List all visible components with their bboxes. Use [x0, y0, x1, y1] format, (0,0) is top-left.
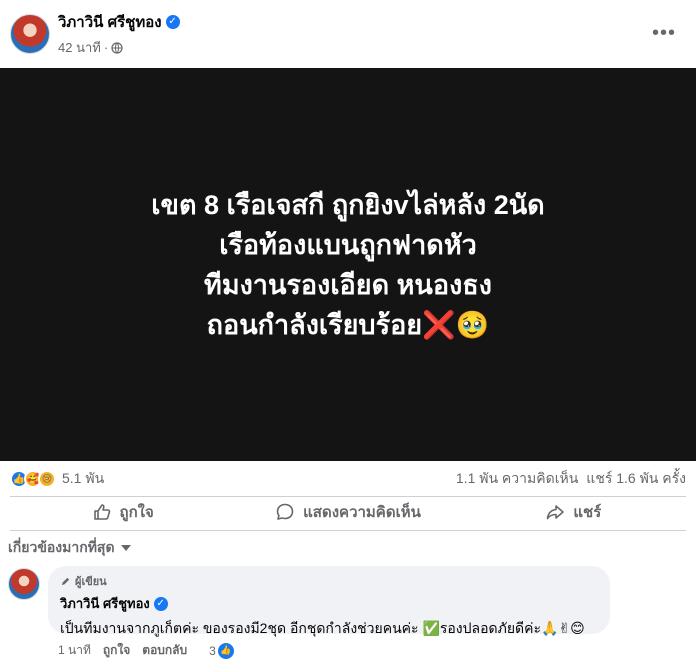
sad-reaction-icon: 😢	[38, 470, 56, 488]
post-time[interactable]: 42 นาที	[58, 37, 101, 58]
author-badge-label: ผู้เขียน	[75, 576, 107, 588]
post: วิภาวินี ศรีชูทอง ✓ 42 นาที · ••• เขต 8 …	[0, 0, 696, 659]
comment-bubble: ผู้เขียน วิภาวินี ศรีชูทอง ✓ เป็นทีมงานจ…	[48, 566, 610, 636]
meta-row: 42 นาที ·	[58, 37, 180, 58]
comment-time[interactable]: 1 นาที	[58, 641, 91, 660]
comment-count[interactable]: 1.1 พัน ความคิดเห็น	[456, 468, 578, 490]
thumbs-up-icon	[93, 504, 110, 520]
comment-avatar[interactable]	[8, 568, 40, 600]
comment-like-count[interactable]: 3 👍	[209, 642, 234, 659]
share-count[interactable]: แชร์ 1.6 พัน ครั้ง	[586, 468, 686, 490]
share-button[interactable]: แชร์	[461, 497, 686, 527]
comment-author-row: วิภาวินี ศรีชูทอง ✓	[60, 593, 598, 614]
reaction-count[interactable]: 5.1 พัน	[62, 468, 104, 490]
post-media[interactable]: เขต 8 เรือเจสกี ถูกยิงvไล่หลัง 2นัด เรือ…	[0, 68, 696, 461]
media-line-4: ถอนกำลังเรียบร้อย❌🥹	[206, 309, 490, 340]
media-text: เขต 8 เรือเจสกี ถูกยิงvไล่หลัง 2นัด เรือ…	[151, 185, 544, 345]
author-row: วิภาวินี ศรีชูทอง ✓	[58, 10, 180, 34]
comment-like-button[interactable]: ถูกใจ	[103, 641, 130, 660]
media-line-1: เขต 8 เรือเจสกี ถูกยิงvไล่หลัง 2นัด	[151, 189, 545, 220]
comment-label: แสดงความคิดเห็น	[303, 504, 421, 521]
comment-text: เป็นทีมงานจากภูเก็ตค่ะ ของรองมี2ชุด อีกช…	[60, 620, 585, 636]
post-stats: 👍 🥰 😢 5.1 พัน 1.1 พัน ความคิดเห็น แชร์ 1…	[0, 462, 696, 496]
comment-icon	[276, 503, 294, 520]
comment-footer: 1 นาที ถูกใจ ตอบกลับ 3 👍	[58, 641, 234, 660]
time-separator: ·	[103, 40, 109, 55]
sort-label: เกี่ยวข้องมากที่สุด	[8, 539, 115, 555]
media-line-3: ทีมงานรองเอียด หนองธง	[204, 269, 492, 300]
like-button[interactable]: ถูกใจ	[10, 497, 235, 527]
share-icon	[547, 505, 565, 520]
comment-sort-dropdown[interactable]: เกี่ยวข้องมากที่สุด	[8, 537, 131, 559]
comment-like-count-value: 3	[209, 643, 216, 658]
author-badge: ผู้เขียน	[60, 572, 598, 590]
more-options-icon[interactable]: •••	[652, 22, 676, 45]
divider	[10, 530, 686, 531]
like-reaction-icon: 👍	[217, 642, 234, 659]
verified-icon: ✓	[165, 15, 180, 29]
avatar[interactable]	[10, 14, 50, 54]
pencil-icon	[61, 577, 70, 585]
author-block: วิภาวินี ศรีชูทอง ✓ 42 นาที ·	[58, 10, 180, 58]
reaction-summary[interactable]: 👍 🥰 😢 5.1 พัน	[10, 468, 104, 490]
stats-right: 1.1 พัน ความคิดเห็น แชร์ 1.6 พัน ครั้ง	[456, 468, 686, 490]
chevron-down-icon	[120, 545, 131, 551]
action-bar: ถูกใจ แสดงความคิดเห็น แชร์	[10, 496, 686, 526]
comment-author[interactable]: วิภาวินี ศรีชูทอง	[60, 593, 150, 614]
globe-icon	[111, 41, 123, 54]
media-line-2: เรือท้องแบนถูกฟาดหัว	[219, 229, 477, 260]
like-label: ถูกใจ	[119, 504, 154, 521]
author-name[interactable]: วิภาวินี ศรีชูทอง	[58, 10, 162, 34]
share-label: แชร์	[573, 504, 602, 521]
comment-button[interactable]: แสดงความคิดเห็น	[235, 497, 460, 527]
comment-reply-button[interactable]: ตอบกลับ	[142, 641, 187, 660]
post-header: วิภาวินี ศรีชูทอง ✓ 42 นาที · •••	[0, 0, 696, 68]
verified-icon: ✓	[153, 596, 168, 611]
